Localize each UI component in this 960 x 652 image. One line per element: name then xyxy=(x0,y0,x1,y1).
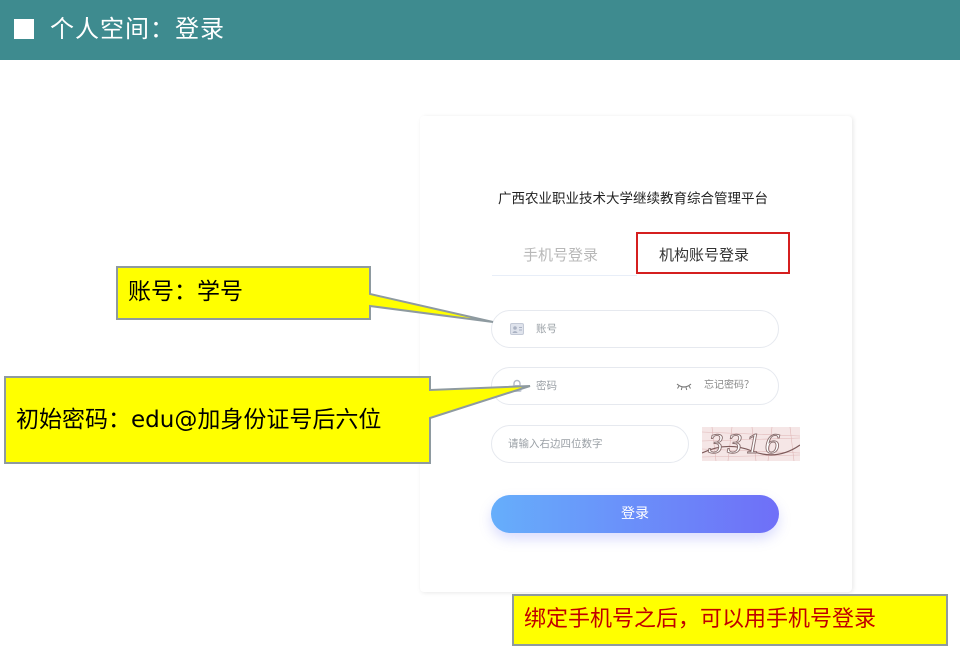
bind-note: 绑定手机号之后，可以用手机号登录 xyxy=(524,607,877,632)
account-hint: 账号：学号 xyxy=(128,279,243,305)
bind-note-box: 绑定手机号之后，可以用手机号登录 xyxy=(512,594,948,646)
callout-shapes xyxy=(4,266,531,464)
password-hint: 初始密码：edu@加身份证号后六位 xyxy=(16,407,382,433)
